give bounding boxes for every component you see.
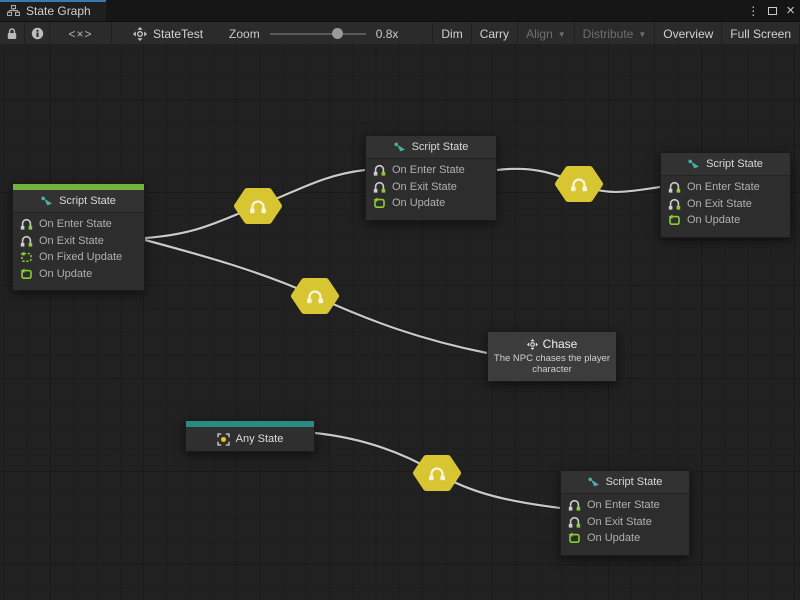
align-button[interactable]: Align▼ <box>518 22 575 45</box>
lock-icon <box>6 27 18 40</box>
any-state-icon <box>217 433 230 446</box>
node-body: On Enter State On Exit State On Update <box>561 494 689 555</box>
event-row-on-update: On Update <box>366 195 496 212</box>
event-row-on-exit: On Exit State <box>661 196 790 213</box>
zoom-slider-track[interactable] <box>270 33 366 35</box>
node-script-state-left[interactable]: Script State On Enter State On Exit Stat… <box>12 183 145 291</box>
node-header: Chase <box>492 337 612 351</box>
event-row-on-exit: On Exit State <box>13 233 144 250</box>
tab-strip: State Graph ⋮ × <box>0 0 800 22</box>
script-state-icon <box>41 196 53 207</box>
node-script-state-bottom[interactable]: Script State On Enter State On Exit Stat… <box>560 470 690 556</box>
gizmo-icon <box>133 27 147 41</box>
graph-selector[interactable]: StateTest <box>129 22 207 45</box>
on-fixed-update-icon <box>20 251 33 263</box>
close-icon[interactable]: × <box>786 3 795 18</box>
tab-label: State Graph <box>26 4 91 18</box>
event-row-on-enter: On Enter State <box>366 162 496 179</box>
script-state-icon <box>588 477 600 488</box>
window-menu-icon[interactable]: ⋮ <box>747 5 759 17</box>
gizmo-icon <box>527 339 538 350</box>
event-row-on-enter: On Enter State <box>13 216 144 233</box>
on-update-icon <box>373 197 386 209</box>
graph-tab-icon <box>7 5 20 16</box>
zoom-control: Zoom 0.8x <box>229 22 398 45</box>
transition-icon[interactable] <box>416 458 458 488</box>
zoom-value: 0.8x <box>376 27 399 41</box>
dim-button[interactable]: Dim <box>433 22 471 45</box>
on-enter-state-icon <box>20 218 33 230</box>
graph-name: StateTest <box>153 27 203 41</box>
event-row-on-fixed-update: On Fixed Update <box>13 249 144 266</box>
on-update-icon <box>668 214 681 226</box>
node-any-state[interactable]: Any State <box>185 420 315 452</box>
tab-accent-line <box>0 0 106 2</box>
transition-icon[interactable] <box>558 169 600 199</box>
on-update-icon <box>568 532 581 544</box>
state-graph-window: State Graph ⋮ × <×> StateTest Zoom <box>0 0 800 600</box>
info-icon <box>31 27 44 40</box>
node-body: On Enter State On Exit State On Fixed Up… <box>13 213 144 290</box>
node-body: On Enter State On Exit State On Update <box>366 159 496 220</box>
node-header: Any State <box>186 427 314 451</box>
node-chase[interactable]: Chase The NPC chases the player characte… <box>487 331 617 382</box>
on-exit-state-icon <box>20 235 33 247</box>
chevron-down-icon: ▼ <box>638 30 646 39</box>
tab-state-graph[interactable]: State Graph <box>0 0 106 21</box>
on-enter-state-icon <box>568 499 581 511</box>
maximize-icon[interactable] <box>768 7 777 15</box>
lock-button[interactable] <box>0 22 25 45</box>
fullscreen-button[interactable]: Full Screen <box>722 22 800 45</box>
event-row-on-enter: On Enter State <box>561 497 689 514</box>
info-button[interactable] <box>25 22 50 45</box>
event-row-on-exit: On Exit State <box>366 179 496 196</box>
node-header: Script State <box>561 471 689 494</box>
on-exit-state-icon <box>668 198 681 210</box>
event-row-on-update: On Update <box>13 266 144 283</box>
event-row-on-enter: On Enter State <box>661 179 790 196</box>
on-update-icon <box>20 268 33 280</box>
node-header: Script State <box>661 153 790 176</box>
node-script-state-right[interactable]: Script State On Enter State On Exit Stat… <box>660 152 791 238</box>
event-row-on-update: On Update <box>661 212 790 229</box>
event-row-on-exit: On Exit State <box>561 514 689 531</box>
toolbar: <×> StateTest Zoom 0.8x Dim Carry Align▼… <box>0 22 800 46</box>
on-enter-state-icon <box>373 164 386 176</box>
script-state-icon <box>688 159 700 170</box>
chevron-down-icon: ▼ <box>558 30 566 39</box>
window-controls: ⋮ × <box>747 0 795 21</box>
transition-icon[interactable] <box>294 281 336 311</box>
node-script-state-top[interactable]: Script State On Enter State On Exit Stat… <box>365 135 497 221</box>
code-icon: <×> <box>68 27 92 41</box>
distribute-button[interactable]: Distribute▼ <box>575 22 656 45</box>
carry-button[interactable]: Carry <box>472 22 518 45</box>
node-header: Script State <box>366 136 496 159</box>
script-state-icon <box>394 142 406 153</box>
on-enter-state-icon <box>668 181 681 193</box>
code-button[interactable]: <×> <box>50 22 112 45</box>
on-exit-state-icon <box>373 181 386 193</box>
node-description: The NPC chases the player character <box>492 353 612 375</box>
on-exit-state-icon <box>568 516 581 528</box>
event-row-on-update: On Update <box>561 530 689 547</box>
graph-canvas[interactable]: Script State On Enter State On Exit Stat… <box>0 44 800 600</box>
toolbar-spacer <box>398 22 433 45</box>
zoom-slider-handle[interactable] <box>332 28 343 39</box>
overview-button[interactable]: Overview <box>655 22 722 45</box>
transition-icon[interactable] <box>237 191 279 221</box>
node-body: On Enter State On Exit State On Update <box>661 176 790 237</box>
zoom-slider[interactable] <box>270 22 366 45</box>
zoom-label: Zoom <box>229 27 260 41</box>
node-header: Script State <box>13 190 144 213</box>
